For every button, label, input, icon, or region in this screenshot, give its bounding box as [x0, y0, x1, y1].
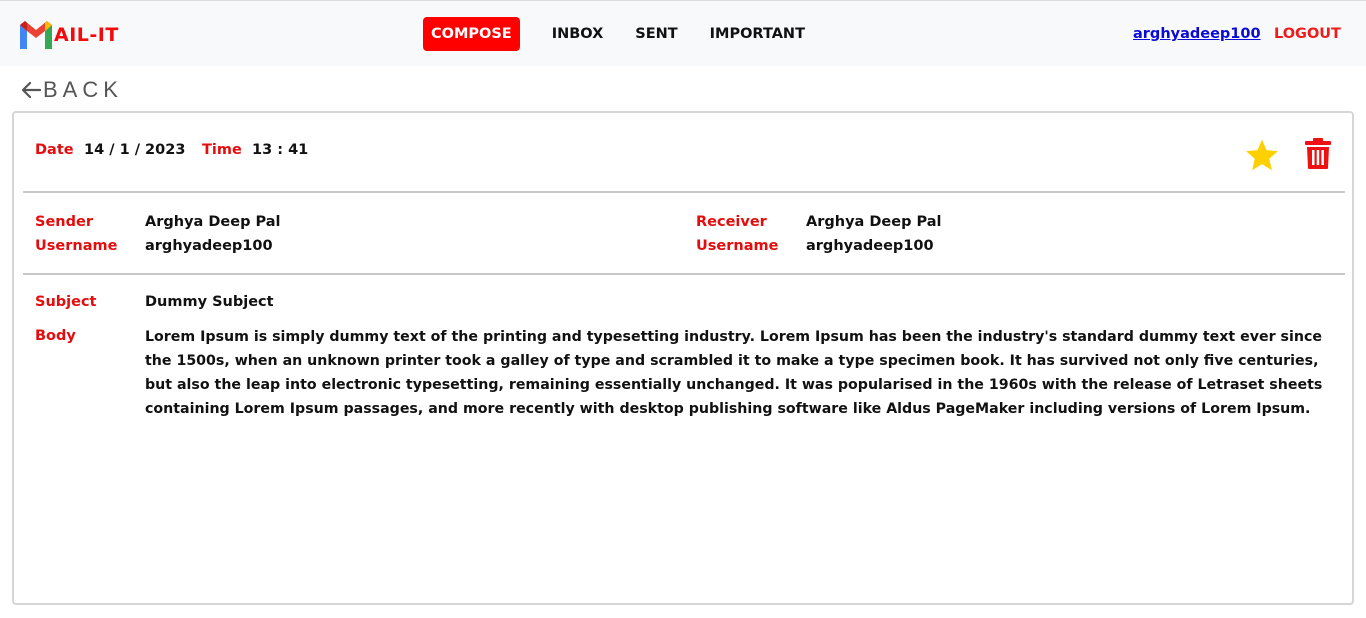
time-value: 13 : 41: [252, 142, 309, 158]
date-value: 14 / 1 / 2023: [84, 142, 186, 158]
body-label: Body: [35, 328, 76, 344]
nav-sent[interactable]: SENT: [635, 26, 677, 42]
main-nav: COMPOSE INBOX SENT IMPORTANT: [423, 17, 805, 51]
sender-username: arghyadeep100: [145, 238, 273, 254]
mail-detail-card: Date 14 / 1 / 2023 Time 13 : 41 Sender A…: [12, 111, 1354, 605]
logout-button[interactable]: LOGOUT: [1274, 26, 1341, 42]
mail-logo-icon: [20, 21, 52, 49]
app-logo[interactable]: AIL-IT: [19, 19, 119, 51]
back-button[interactable]: BACK: [21, 77, 123, 103]
sender-username-label: Username: [35, 238, 118, 254]
receiver-name: Arghya Deep Pal: [806, 214, 942, 230]
app-name: AIL-IT: [54, 24, 119, 46]
back-label: BACK: [43, 77, 123, 102]
top-navbar: AIL-IT COMPOSE INBOX SENT IMPORTANT argh…: [0, 0, 1366, 66]
trash-icon[interactable]: [1304, 137, 1332, 174]
compose-button[interactable]: COMPOSE: [423, 17, 520, 51]
receiver-label: Receiver: [696, 214, 767, 230]
body-text: Lorem Ipsum is simply dummy text of the …: [145, 329, 1323, 417]
sender-name: Arghya Deep Pal: [145, 214, 281, 230]
subject-value: Dummy Subject: [145, 294, 274, 310]
arrow-left-icon: [21, 81, 41, 99]
username-link[interactable]: arghyadeep100: [1133, 26, 1261, 42]
divider: [23, 273, 1345, 275]
star-icon[interactable]: [1244, 138, 1280, 176]
sender-label: Sender: [35, 214, 93, 230]
nav-inbox[interactable]: INBOX: [552, 26, 604, 42]
date-label: Date: [35, 142, 74, 158]
receiver-username: arghyadeep100: [806, 238, 934, 254]
subject-label: Subject: [35, 294, 97, 310]
receiver-username-label: Username: [696, 238, 779, 254]
divider: [23, 191, 1345, 193]
nav-important[interactable]: IMPORTANT: [710, 26, 805, 42]
time-label: Time: [202, 142, 242, 158]
